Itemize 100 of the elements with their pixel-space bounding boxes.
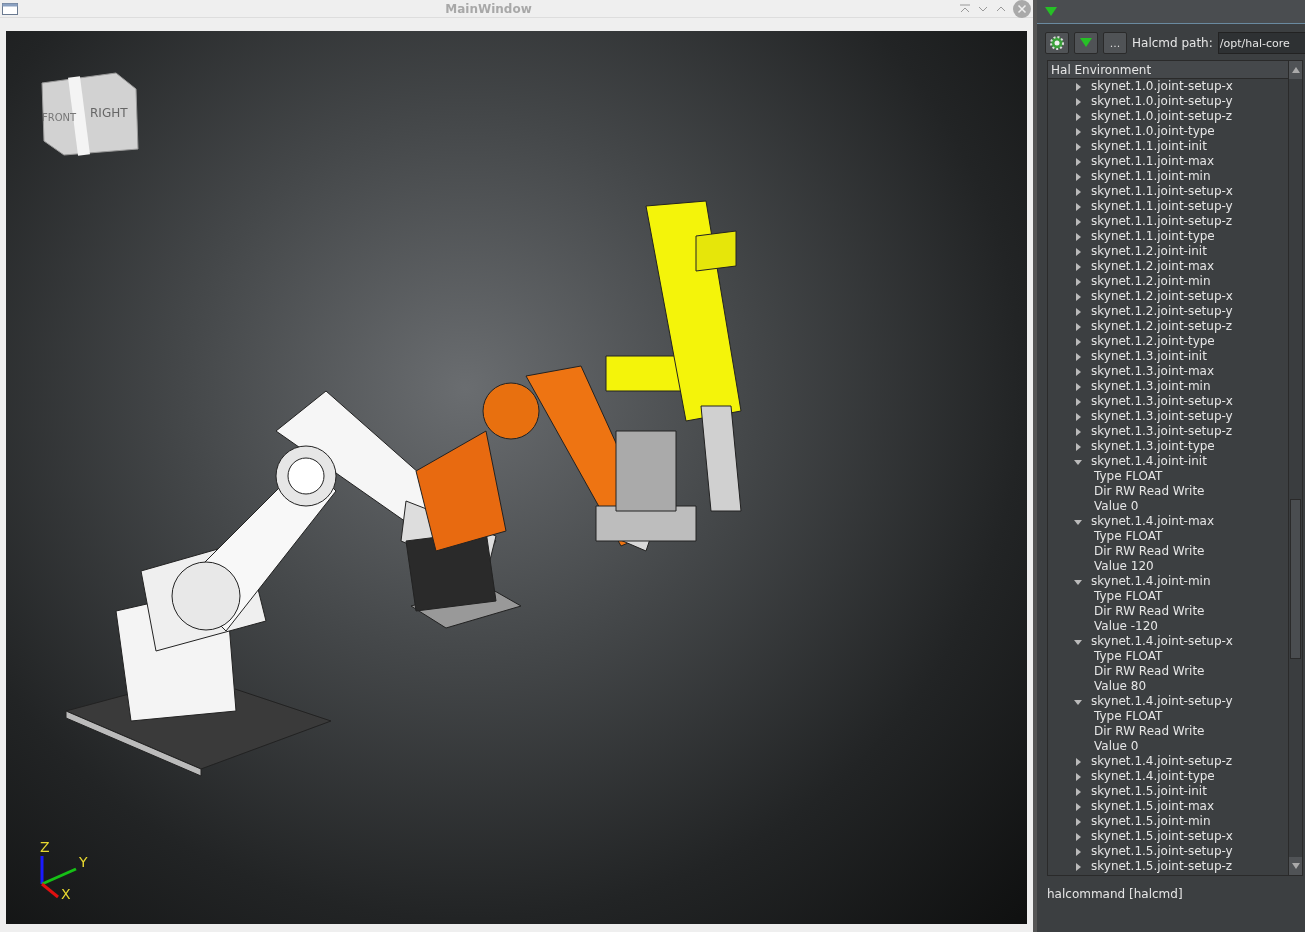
- property-text: Value 120: [1094, 559, 1154, 574]
- tree-item[interactable]: skynet.1.4.joint-setup-x: [1091, 634, 1233, 649]
- property-text: Value 0: [1094, 739, 1139, 754]
- expand-arrow-icon[interactable]: [1074, 232, 1082, 241]
- expand-arrow-icon[interactable]: [1074, 112, 1082, 121]
- tree-item[interactable]: skynet.1.5.joint-setup-z: [1091, 859, 1233, 874]
- tree-item[interactable]: skynet.1.0.joint-setup-z: [1091, 109, 1233, 124]
- property-text: Value 0: [1094, 499, 1139, 514]
- tree-item[interactable]: skynet.1.3.joint-setup-y: [1091, 409, 1233, 424]
- expand-arrow-icon[interactable]: [1074, 142, 1082, 151]
- expand-arrow-icon[interactable]: [1074, 337, 1082, 346]
- funnel-button[interactable]: [1074, 32, 1098, 54]
- collapse-arrow-icon[interactable]: [1074, 637, 1082, 646]
- expand-arrow-icon[interactable]: [1074, 127, 1082, 136]
- tree-item[interactable]: skynet.1.0.joint-type: [1091, 124, 1215, 139]
- tree-item[interactable]: skynet.1.4.joint-init: [1091, 454, 1207, 469]
- expand-arrow-icon[interactable]: [1074, 202, 1082, 211]
- funnel-icon: [1045, 6, 1057, 17]
- expand-arrow-icon[interactable]: [1074, 847, 1082, 856]
- expand-arrow-icon[interactable]: [1074, 292, 1082, 301]
- gear-button[interactable]: [1045, 32, 1069, 54]
- expand-arrow-icon[interactable]: [1074, 157, 1082, 166]
- tree-item[interactable]: skynet.1.1.joint-max: [1091, 154, 1215, 169]
- property-text: Type FLOAT: [1094, 589, 1163, 604]
- tree-item[interactable]: skynet.1.5.joint-min: [1091, 814, 1211, 829]
- expand-arrow-icon[interactable]: [1074, 412, 1082, 421]
- expand-arrow-icon[interactable]: [1074, 757, 1082, 766]
- expand-arrow-icon[interactable]: [1074, 442, 1082, 451]
- expand-arrow-icon[interactable]: [1074, 367, 1082, 376]
- tree-item[interactable]: skynet.1.3.joint-setup-x: [1091, 394, 1233, 409]
- tree-item[interactable]: skynet.1.1.joint-setup-x: [1091, 184, 1233, 199]
- tree-item[interactable]: skynet.1.4.joint-min: [1091, 574, 1211, 589]
- scrollbar[interactable]: [1288, 61, 1302, 875]
- expand-arrow-icon[interactable]: [1074, 802, 1082, 811]
- window-icon: [2, 2, 18, 15]
- expand-arrow-icon[interactable]: [1074, 427, 1082, 436]
- expand-arrow-icon[interactable]: [1074, 277, 1082, 286]
- tree-item[interactable]: skynet.1.5.joint-setup-x: [1091, 829, 1233, 844]
- expand-arrow-icon[interactable]: [1074, 247, 1082, 256]
- expand-arrow-icon[interactable]: [1074, 82, 1082, 91]
- expand-arrow-icon[interactable]: [1074, 172, 1082, 181]
- tree-item[interactable]: skynet.1.3.joint-setup-z: [1091, 424, 1233, 439]
- scroll-down-icon[interactable]: [1291, 863, 1300, 869]
- expand-arrow-icon[interactable]: [1074, 217, 1082, 226]
- tree-item[interactable]: skynet.1.2.joint-setup-y: [1091, 304, 1233, 319]
- tree-item[interactable]: skynet.1.0.joint-setup-x: [1091, 79, 1233, 94]
- tree-item[interactable]: skynet.1.5.joint-setup-y: [1091, 844, 1233, 859]
- tree-item[interactable]: skynet.1.1.joint-setup-y: [1091, 199, 1233, 214]
- axis-triad: Z Y X: [40, 839, 88, 902]
- browse-button[interactable]: ...: [1103, 32, 1127, 54]
- tree-item[interactable]: skynet.1.1.joint-init: [1091, 139, 1207, 154]
- expand-arrow-icon[interactable]: [1074, 262, 1082, 271]
- funnel-icon: [1080, 38, 1092, 48]
- expand-arrow-icon[interactable]: [1074, 352, 1082, 361]
- expand-arrow-icon[interactable]: [1074, 382, 1082, 391]
- tree-item[interactable]: skynet.1.3.joint-min: [1091, 379, 1211, 394]
- property-text: Value -120: [1094, 619, 1158, 634]
- tree-item[interactable]: skynet.1.4.joint-max: [1091, 514, 1215, 529]
- expand-arrow-icon[interactable]: [1074, 862, 1082, 871]
- expand-arrow-icon[interactable]: [1074, 97, 1082, 106]
- expand-arrow-icon[interactable]: [1074, 307, 1082, 316]
- path-label: Halcmd path:: [1132, 35, 1213, 52]
- expand-arrow-icon[interactable]: [1074, 772, 1082, 781]
- property-text: Dir RW Read Write: [1094, 544, 1205, 559]
- tree-item[interactable]: skynet.1.3.joint-max: [1091, 364, 1215, 379]
- tree-item[interactable]: skynet.1.5.joint-init: [1091, 784, 1207, 799]
- view-cube[interactable]: FRONT RIGHT: [41, 72, 139, 156]
- property-text: Dir RW Read Write: [1094, 724, 1205, 739]
- tree-item[interactable]: skynet.1.4.joint-type: [1091, 769, 1215, 784]
- path-field[interactable]: /opt/hal-core: [1217, 32, 1305, 54]
- tree-item[interactable]: skynet.1.2.joint-setup-x: [1091, 289, 1233, 304]
- tree-item[interactable]: skynet.1.1.joint-setup-z: [1091, 214, 1233, 229]
- expand-arrow-icon[interactable]: [1074, 187, 1082, 196]
- tree-item[interactable]: skynet.1.0.joint-setup-y: [1091, 94, 1233, 109]
- tree-item[interactable]: skynet.1.2.joint-init: [1091, 244, 1207, 259]
- collapse-arrow-icon[interactable]: [1074, 577, 1082, 586]
- tree-item[interactable]: skynet.1.1.joint-min: [1091, 169, 1211, 184]
- expand-arrow-icon[interactable]: [1074, 817, 1082, 826]
- expand-arrow-icon[interactable]: [1074, 787, 1082, 796]
- property-text: Type FLOAT: [1094, 469, 1163, 484]
- expand-arrow-icon[interactable]: [1074, 832, 1082, 841]
- collapse-arrow-icon[interactable]: [1074, 457, 1082, 466]
- tree-item[interactable]: skynet.1.3.joint-init: [1091, 349, 1207, 364]
- tree-item[interactable]: skynet.1.1.joint-type: [1091, 229, 1215, 244]
- tree-item[interactable]: skynet.1.2.joint-setup-z: [1091, 319, 1233, 334]
- tree-item[interactable]: skynet.1.4.joint-setup-y: [1091, 694, 1233, 709]
- collapse-arrow-icon[interactable]: [1074, 697, 1082, 706]
- tree-item[interactable]: skynet.1.2.joint-min: [1091, 274, 1211, 289]
- tree-item[interactable]: skynet.1.5.joint-max: [1091, 799, 1215, 814]
- collapse-arrow-icon[interactable]: [1074, 517, 1082, 526]
- tree-item[interactable]: skynet.1.3.joint-type: [1091, 439, 1215, 454]
- tree-item[interactable]: skynet.1.2.joint-max: [1091, 259, 1215, 274]
- column-header[interactable]: Hal Environment: [1048, 61, 1288, 79]
- tree-item[interactable]: skynet.1.4.joint-setup-z: [1091, 754, 1233, 769]
- expand-arrow-icon[interactable]: [1074, 397, 1082, 406]
- scroll-up-icon[interactable]: [1291, 67, 1300, 73]
- scrollbar-thumb[interactable]: [1290, 499, 1301, 659]
- tree-item[interactable]: skynet.1.2.joint-type: [1091, 334, 1215, 349]
- expand-arrow-icon[interactable]: [1074, 322, 1082, 331]
- property-text: Value 80: [1094, 679, 1147, 694]
